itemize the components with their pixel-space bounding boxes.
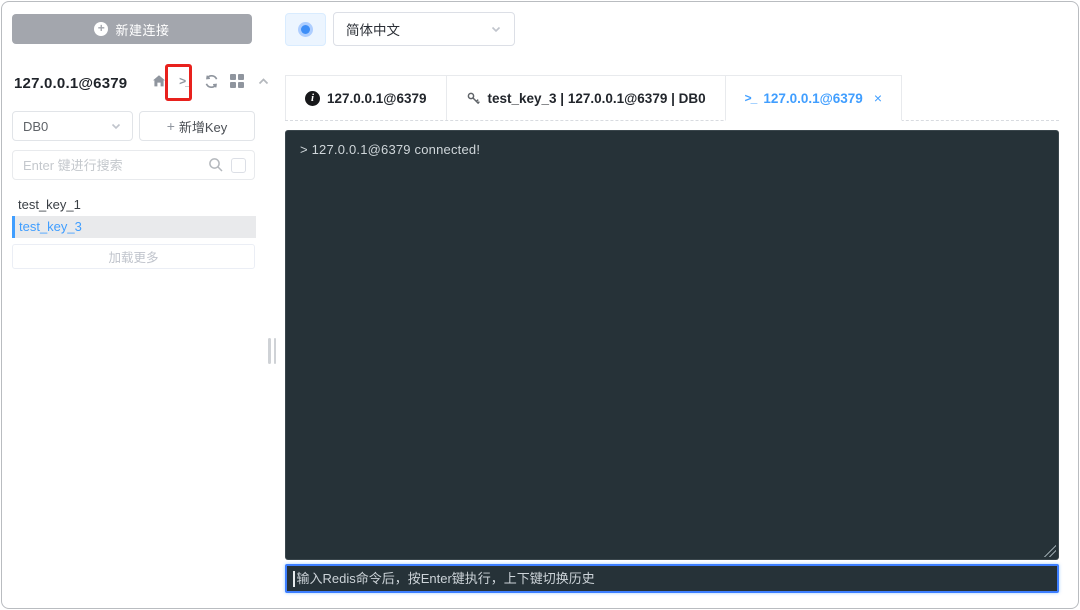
collapse-chevron-icon[interactable] bbox=[254, 71, 272, 91]
search-icon[interactable] bbox=[207, 156, 225, 174]
key-list-item-selected[interactable]: test_key_3 bbox=[12, 216, 256, 238]
language-select[interactable]: 简体中文 bbox=[333, 12, 515, 46]
grid-icon[interactable] bbox=[228, 71, 246, 91]
chevron-down-icon bbox=[111, 123, 121, 130]
terminal-output[interactable]: > 127.0.0.1@6379 connected! bbox=[285, 130, 1059, 560]
add-key-button[interactable]: + 新增Key bbox=[139, 111, 255, 141]
key-icon bbox=[467, 92, 480, 104]
tab-label: 127.0.0.1@6379 bbox=[763, 90, 863, 106]
key-list-item[interactable]: test_key_1 bbox=[14, 194, 256, 216]
connection-row[interactable]: 127.0.0.1@6379 >_ bbox=[14, 68, 268, 98]
plus-circle-icon: + bbox=[94, 22, 109, 36]
close-tab-icon[interactable]: × bbox=[874, 90, 882, 106]
terminal-icon[interactable]: >_ bbox=[176, 71, 194, 91]
refresh-icon[interactable] bbox=[202, 71, 220, 91]
new-connection-button[interactable]: + 新建连接 bbox=[12, 14, 252, 44]
panel-splitter-handle[interactable] bbox=[267, 338, 277, 368]
load-more-button[interactable]: 加载更多 bbox=[12, 244, 255, 269]
tab-label: test_key_3 | 127.0.0.1@6379 | DB0 bbox=[487, 90, 706, 106]
settings-dot-button[interactable] bbox=[285, 13, 326, 46]
connection-name: 127.0.0.1@6379 bbox=[14, 74, 128, 92]
plus-icon: + bbox=[166, 118, 175, 134]
db-select-value: DB0 bbox=[23, 118, 49, 134]
tab-label: 127.0.0.1@6379 bbox=[327, 90, 427, 106]
chevron-down-icon bbox=[491, 26, 501, 33]
new-connection-label: 新建连接 bbox=[115, 22, 170, 38]
terminal-command-input[interactable] bbox=[294, 571, 1057, 586]
key-search-input[interactable] bbox=[13, 157, 207, 173]
language-select-value: 简体中文 bbox=[346, 23, 400, 38]
tab-bar: i 127.0.0.1@6379 test_key_3 | 127.0.0.1@… bbox=[285, 75, 1059, 121]
connection-actions: >_ bbox=[150, 71, 272, 91]
tab-key-detail[interactable]: test_key_3 | 127.0.0.1@6379 | DB0 bbox=[445, 75, 726, 120]
tab-connection-info[interactable]: i 127.0.0.1@6379 bbox=[285, 75, 447, 120]
search-exact-checkbox[interactable] bbox=[231, 157, 246, 173]
tab-terminal[interactable]: >_ 127.0.0.1@6379 × bbox=[724, 75, 902, 121]
info-icon: i bbox=[305, 90, 320, 106]
add-key-label: 新增Key bbox=[178, 119, 228, 135]
load-more-label: 加载更多 bbox=[108, 251, 159, 265]
terminal-command-box bbox=[285, 564, 1059, 593]
terminal-icon: >_ bbox=[744, 91, 758, 105]
key-search-box bbox=[12, 150, 255, 180]
db-select[interactable]: DB0 bbox=[12, 111, 133, 141]
home-icon[interactable] bbox=[150, 71, 168, 91]
blue-dot-icon bbox=[301, 25, 310, 34]
terminal-output-line: > 127.0.0.1@6379 connected! bbox=[300, 142, 481, 157]
app-window: + 新建连接 127.0.0.1@6379 >_ DB0 + 新增Key Ent… bbox=[1, 1, 1079, 609]
resize-grip-icon[interactable] bbox=[1043, 544, 1056, 557]
